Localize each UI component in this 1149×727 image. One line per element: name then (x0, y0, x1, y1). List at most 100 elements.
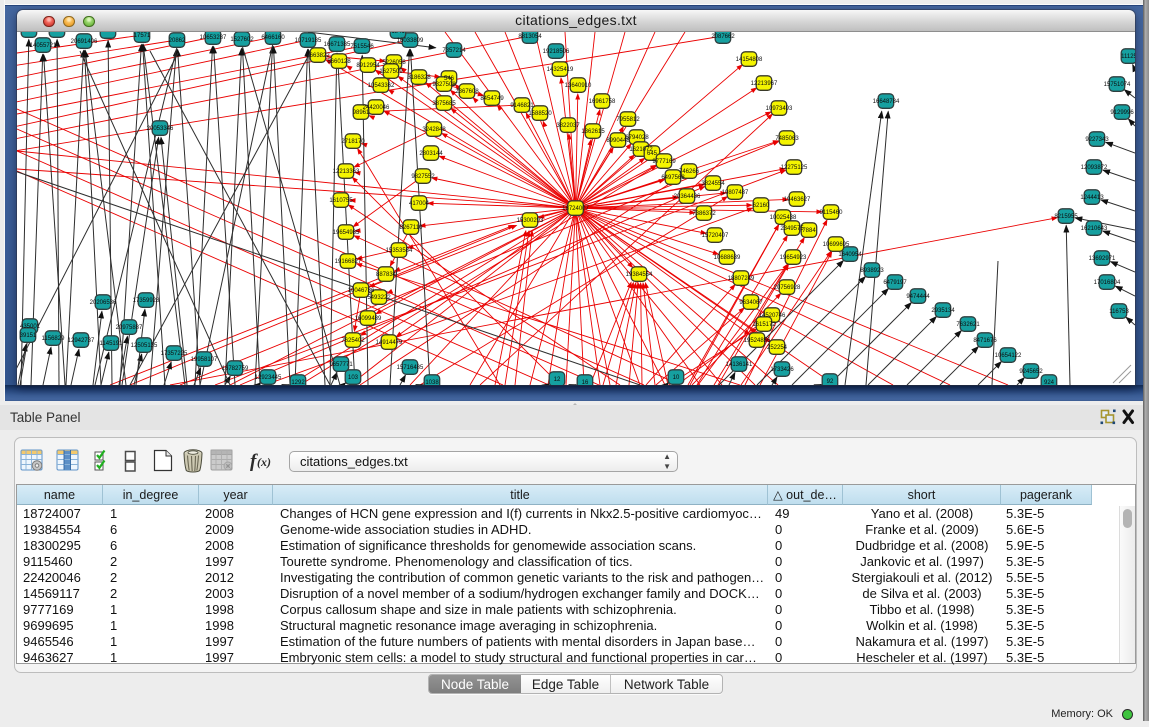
svg-text:2087662: 2087662 (711, 34, 735, 40)
svg-text:9115460: 9115460 (820, 210, 844, 216)
svg-text:9777169: 9777169 (652, 159, 676, 165)
svg-text:13640910: 13640910 (565, 83, 592, 89)
svg-text:1038: 1038 (425, 380, 439, 385)
svg-text:10046786: 10046786 (348, 288, 375, 294)
svg-text:8454749: 8454749 (480, 96, 504, 102)
svg-text:1733426: 1733426 (770, 367, 794, 373)
svg-text:16210643: 16210643 (1081, 226, 1108, 232)
svg-text:7485063: 7485063 (775, 136, 799, 142)
svg-text:17571: 17571 (134, 33, 151, 39)
svg-text:103: 103 (348, 375, 359, 381)
svg-text:20756928: 20756928 (774, 285, 801, 291)
svg-text:1640954: 1640954 (838, 252, 862, 258)
svg-text:8660128: 8660128 (327, 59, 351, 65)
svg-text:16961758: 16961758 (589, 99, 616, 105)
svg-text:17357225: 17357225 (161, 351, 188, 357)
svg-text:10654122: 10654122 (995, 353, 1022, 359)
svg-text:16782759: 16782759 (222, 366, 249, 372)
svg-text:(x): (x) (257, 455, 271, 469)
svg-text:16671385: 16671385 (324, 42, 351, 48)
svg-text:12275125: 12275125 (781, 165, 808, 171)
svg-text:9327508: 9327508 (432, 82, 456, 88)
svg-text:8912954: 8912954 (356, 63, 380, 69)
svg-text:6466160: 6466160 (261, 35, 285, 41)
svg-text:645: 645 (647, 151, 658, 157)
svg-text:7357214: 7357214 (442, 48, 466, 54)
svg-text:19524856: 19524856 (744, 338, 771, 344)
svg-text:62160: 62160 (753, 203, 770, 209)
svg-text:8471676: 8471676 (973, 338, 997, 344)
svg-text:2349575: 2349575 (780, 226, 804, 232)
svg-text:3824554: 3824554 (701, 181, 725, 187)
svg-text:19384554: 19384554 (626, 272, 653, 278)
svg-text:19166827: 19166827 (335, 259, 362, 265)
svg-text:1841: 1841 (391, 32, 405, 35)
svg-text:16033809: 16033809 (397, 38, 424, 44)
svg-text:3822037: 3822037 (556, 123, 580, 129)
svg-text:10973493: 10973493 (766, 106, 793, 112)
svg-text:17016804: 17016804 (1094, 280, 1121, 286)
svg-text:417004: 417004 (409, 201, 430, 207)
svg-text:20206536: 20206536 (90, 300, 117, 306)
svg-text:5493222: 5493222 (367, 295, 391, 301)
svg-text:9146821: 9146821 (510, 103, 534, 109)
svg-text:8267110: 8267110 (400, 225, 424, 231)
svg-text:12: 12 (554, 377, 561, 383)
svg-text:12093872: 12093872 (1081, 165, 1108, 171)
svg-text:12942737: 12942737 (68, 338, 95, 344)
svg-text:19654985: 19654985 (333, 230, 360, 236)
svg-text:887834: 887834 (376, 272, 397, 278)
svg-text:10719185: 10719185 (295, 38, 322, 44)
svg-text:9827552: 9827552 (411, 174, 435, 180)
svg-text:92: 92 (827, 379, 834, 385)
svg-text:14136141: 14136141 (726, 362, 753, 368)
svg-text:11125: 11125 (1121, 54, 1135, 60)
svg-text:12213363: 12213363 (333, 169, 360, 175)
svg-text:10653287: 10653287 (200, 35, 227, 41)
svg-text:2367608: 2367608 (455, 89, 479, 95)
svg-text:20053346: 20053346 (147, 126, 174, 132)
svg-text:98961: 98961 (353, 110, 370, 116)
svg-text:15720407: 15720407 (702, 233, 729, 239)
svg-text:7955812: 7955812 (616, 117, 640, 123)
svg-text:3875685: 3875685 (432, 101, 456, 107)
svg-text:1362615: 1362615 (581, 129, 605, 135)
svg-text:19654923: 19654923 (780, 255, 807, 261)
svg-text:8938923: 8938923 (860, 268, 884, 274)
svg-text:1615172: 1615172 (752, 322, 776, 328)
svg-text:3186328: 3186328 (407, 75, 431, 81)
svg-text:1610755: 1610755 (329, 198, 353, 204)
svg-text:1156829: 1156829 (42, 336, 66, 342)
svg-text:13692971: 13692971 (1089, 256, 1116, 262)
svg-text:9634067: 9634067 (739, 300, 763, 306)
svg-text:18724007: 18724007 (562, 206, 589, 212)
svg-text:14325419: 14325419 (547, 67, 574, 73)
svg-text:16: 16 (582, 380, 589, 385)
svg-text:6794028: 6794028 (625, 135, 649, 141)
svg-text:1527602: 1527602 (230, 37, 254, 43)
svg-text:15751074: 15751074 (1104, 82, 1131, 88)
svg-text:9657771: 9657771 (329, 362, 353, 368)
svg-text:14154808: 14154808 (736, 57, 763, 63)
svg-text:6479197: 6479197 (883, 280, 907, 286)
svg-text:14055721: 14055721 (30, 43, 57, 49)
svg-text:12505135: 12505135 (131, 343, 158, 349)
svg-text:19218506: 19218506 (543, 49, 570, 55)
svg-text:20975887: 20975887 (116, 325, 143, 331)
svg-text:16648784: 16648784 (873, 99, 900, 105)
svg-text:19463627: 19463627 (784, 197, 811, 203)
svg-text:8215955: 8215955 (1054, 214, 1078, 220)
svg-text:20691406: 20691406 (71, 39, 98, 45)
svg-text:20862: 20862 (169, 38, 186, 44)
svg-text:17359928: 17359928 (133, 298, 160, 304)
svg-text:8813054: 8813054 (518, 34, 542, 40)
svg-text:6497568: 6497568 (661, 175, 685, 181)
svg-text:7386372: 7386372 (692, 211, 716, 217)
svg-text:10: 10 (673, 375, 680, 381)
svg-text:2718170: 2718170 (341, 139, 365, 145)
svg-text:1292: 1292 (291, 380, 305, 385)
svg-text:15353584: 15353584 (386, 248, 413, 254)
svg-text:5226058: 5226058 (382, 60, 406, 66)
svg-text:3242848: 3242848 (422, 127, 446, 133)
svg-text:10807487: 10807487 (722, 190, 749, 196)
